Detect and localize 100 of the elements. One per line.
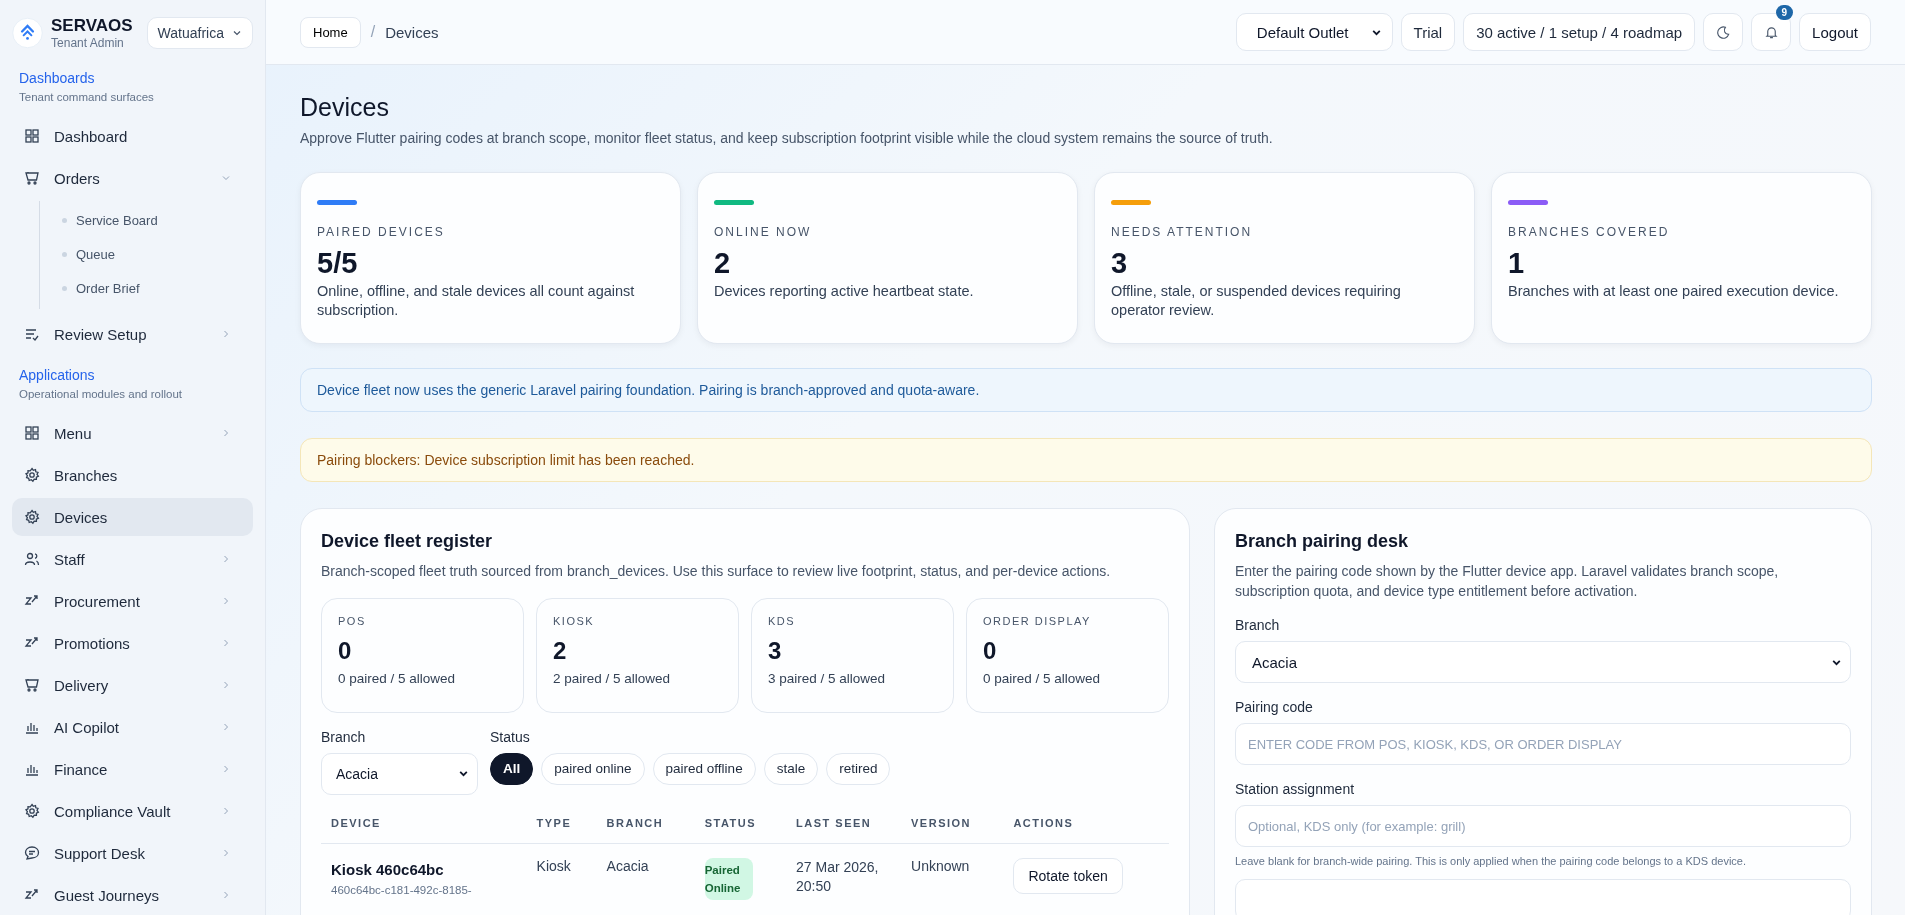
nav-item[interactable]: Guest Journeys <box>12 876 253 914</box>
field-label: Status <box>490 728 531 745</box>
section-subtitle: Operational modules and rollout <box>19 388 184 400</box>
type-caption: 0 paired / 5 allowed <box>338 670 457 686</box>
rotate-token-button[interactable]: Rotate token <box>1013 857 1123 894</box>
notification-count: 9 <box>1775 5 1794 20</box>
column-header: STATUS <box>694 816 786 844</box>
stat-label: NEEDS ATTENTION <box>1111 225 1254 239</box>
field-hint: Leave blank for branch-wide pairing. This is only applied when the pairing code belongs to a KDS device. <box>1235 855 1747 868</box>
grid-icon <box>24 425 40 441</box>
stat-label: BRANCHES COVERED <box>1508 225 1671 239</box>
status-filter-chip[interactable]: paired online <box>541 752 645 785</box>
gear-icon <box>24 509 40 525</box>
type-caption: 2 paired / 5 allowed <box>553 670 672 686</box>
plan-button[interactable]: Trial <box>1400 13 1456 51</box>
column-header: TYPE <box>526 816 597 844</box>
field-label: Pairing code <box>1235 699 1314 716</box>
stat-value: 1 <box>1508 247 1526 280</box>
brand-subtitle: Tenant Admin <box>51 36 125 50</box>
column-header: BRANCH <box>596 816 695 844</box>
nav-item[interactable]: AI Copilot <box>12 708 253 746</box>
nav-item[interactable]: Compliance Vault <box>12 792 253 830</box>
stat-label: ONLINE NOW <box>714 225 813 239</box>
panel-title: Branch pairing desk <box>1235 531 1410 552</box>
nav-item[interactable]: Dashboard <box>12 117 253 155</box>
device-name: Kiosk 460c64bc <box>331 860 445 878</box>
type-count: 2 <box>553 636 568 665</box>
theme-toggle-button[interactable] <box>1703 13 1744 51</box>
status-filter-chip[interactable]: All <box>490 752 534 785</box>
subnav-item[interactable]: Order Brief <box>40 271 253 305</box>
nav-item[interactable]: Branches <box>12 456 253 494</box>
warning-banner: Pairing blockers: Device subscription limit has been reached. <box>300 438 1872 482</box>
info-banner: Device fleet now uses the generic Laravel pairing foundation. Pairing is branch-approved and quota-aware. <box>300 368 1872 412</box>
type-label: POS <box>338 614 367 627</box>
tenant-switcher[interactable]: Watuafrica <box>146 17 253 49</box>
panel-title: Device fleet register <box>321 531 494 552</box>
column-header: DEVICE <box>321 816 527 844</box>
type-caption: 0 paired / 5 allowed <box>983 670 1102 686</box>
nav-item[interactable]: Review Setup <box>12 315 253 353</box>
nav-item[interactable]: Finance <box>12 750 253 788</box>
users-icon <box>24 551 40 567</box>
branch-select[interactable]: Acacia <box>1235 641 1851 684</box>
field-label: Branch <box>1235 617 1281 634</box>
stat-description: Online, offline, and stale devices all count against subscription. <box>317 282 636 320</box>
device-id: 460c64bc-c181-492c-8185- <box>331 883 473 896</box>
nav-item[interactable]: Menu <box>12 414 253 452</box>
pairing-code-field[interactable]: ENTER CODE FROM POS, KIOSK, KDS, OR ORDER DISPLAY <box>1235 723 1851 766</box>
gear-icon <box>24 803 40 819</box>
stat-value: 2 <box>714 247 732 280</box>
type-count: 0 <box>338 636 353 665</box>
table-cell: Acacia <box>596 843 695 901</box>
brand-name: SERVAOS <box>51 16 133 36</box>
nav-item[interactable]: Support Desk <box>12 834 253 872</box>
stat-label: PAIRED DEVICES <box>317 225 446 239</box>
breadcrumb-separator: / <box>370 23 376 41</box>
panel-description: Enter the pairing code shown by the Flutter device app. Laravel validates branch scope, subscription quota, and device type entitlement before activation. <box>1235 562 1780 601</box>
nav-item[interactable]: Promotions <box>12 624 253 662</box>
chevron-down-icon <box>232 28 242 38</box>
nav-item[interactable]: Devices <box>12 498 253 536</box>
breadcrumb-current: Devices <box>385 23 439 41</box>
stat-description: Offline, stale, or suspended devices requiring operator review. <box>1111 282 1402 320</box>
table-cell: 27 Mar 2026, 20:50 <box>786 843 901 901</box>
nav-item[interactable]: Staff <box>12 540 253 578</box>
column-header: ACTIONS <box>1003 816 1169 844</box>
logout-button[interactable]: Logout <box>1799 13 1871 51</box>
nav-item[interactable]: Delivery <box>12 666 253 704</box>
station-field[interactable]: Optional, KDS only (for example: grill) <box>1235 805 1851 848</box>
page-subtitle: Approve Flutter pairing codes at branch scope, monitor fleet status, and keep subscription footprint visible while the cloud system remains the source of truth. <box>300 130 1274 146</box>
nav-item[interactable]: Procurement <box>12 582 253 620</box>
cart-icon <box>24 677 40 693</box>
subnav-item[interactable]: Service Board <box>40 203 253 237</box>
moon-icon <box>1715 24 1731 40</box>
table-cell: Unknown <box>901 843 1004 901</box>
type-label: KDS <box>768 614 797 627</box>
table-cell: Kiosk <box>526 843 597 901</box>
bell-icon <box>1763 24 1779 40</box>
stat-description: Branches with at least one paired execution device. <box>1508 282 1840 301</box>
input-field[interactable] <box>1235 879 1851 915</box>
type-count: 3 <box>768 636 783 665</box>
modules-button[interactable]: 30 active / 1 setup / 4 roadmap <box>1463 13 1696 51</box>
outlet-select[interactable]: Default Outlet <box>1235 13 1393 51</box>
home-link[interactable]: Home <box>300 16 361 48</box>
cart-icon <box>24 170 40 186</box>
status-badge: Paired Online <box>704 857 753 901</box>
section-title: Applications <box>19 367 96 383</box>
type-label: ORDER DISPLAY <box>983 614 1092 627</box>
panel-description: Branch-scoped fleet truth sourced from branch_devices. Use this surface to review live footprint, status, and per-device actions. <box>321 562 1112 581</box>
branch-select[interactable]: Acacia <box>321 752 478 795</box>
section-title: Dashboards <box>19 70 96 86</box>
gear-icon <box>24 467 40 483</box>
nav-item[interactable]: Orders <box>12 159 253 197</box>
field-label: Station assignment <box>1235 781 1356 798</box>
subnav-item[interactable]: Queue <box>40 237 253 271</box>
status-filter-chip[interactable]: stale <box>763 752 819 785</box>
column-header: LAST SEEN <box>786 816 901 844</box>
type-count: 0 <box>983 636 998 665</box>
status-filter-chip[interactable]: retired <box>826 752 891 785</box>
stat-description: Devices reporting active heartbeat state. <box>714 282 975 301</box>
status-filter-chip[interactable]: paired offline <box>652 752 756 785</box>
column-header: VERSION <box>901 816 1004 844</box>
